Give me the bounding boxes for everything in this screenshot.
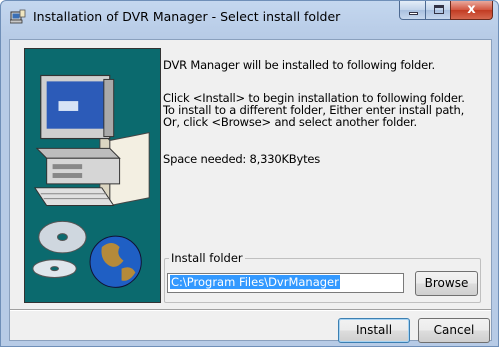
dialog-body: DVR Manager will be installed to followi…	[9, 39, 492, 343]
close-button[interactable]: x	[450, 1, 493, 20]
installer-illustration	[24, 48, 161, 303]
browse-button[interactable]: Browse	[415, 271, 478, 296]
minimize-icon	[409, 12, 418, 15]
instruction-line: Or, click <Browse> and select another fo…	[163, 115, 417, 129]
install-heading: DVR Manager will be installed to followi…	[163, 58, 435, 72]
installer-app-icon	[10, 9, 26, 24]
footer-divider	[10, 309, 491, 311]
minimize-button[interactable]	[399, 1, 426, 20]
installer-window: Installation of DVR Manager - Select ins…	[0, 0, 499, 347]
install-folder-label: Install folder	[169, 251, 245, 265]
title-bar[interactable]: Installation of DVR Manager - Select ins…	[1, 1, 498, 31]
space-needed-text: Space needed: 8,330KBytes	[163, 152, 321, 166]
maximize-button[interactable]	[425, 1, 451, 20]
instruction-text: Click <Install> to begin installation to…	[163, 92, 465, 128]
window-title: Installation of DVR Manager - Select ins…	[33, 9, 341, 24]
close-icon: x	[467, 2, 476, 17]
install-button[interactable]: Install	[338, 318, 410, 343]
cancel-button[interactable]: Cancel	[418, 318, 490, 343]
maximize-icon	[434, 5, 444, 14]
install-path-value[interactable]: C:\Program Files\DvrManager	[170, 275, 340, 289]
